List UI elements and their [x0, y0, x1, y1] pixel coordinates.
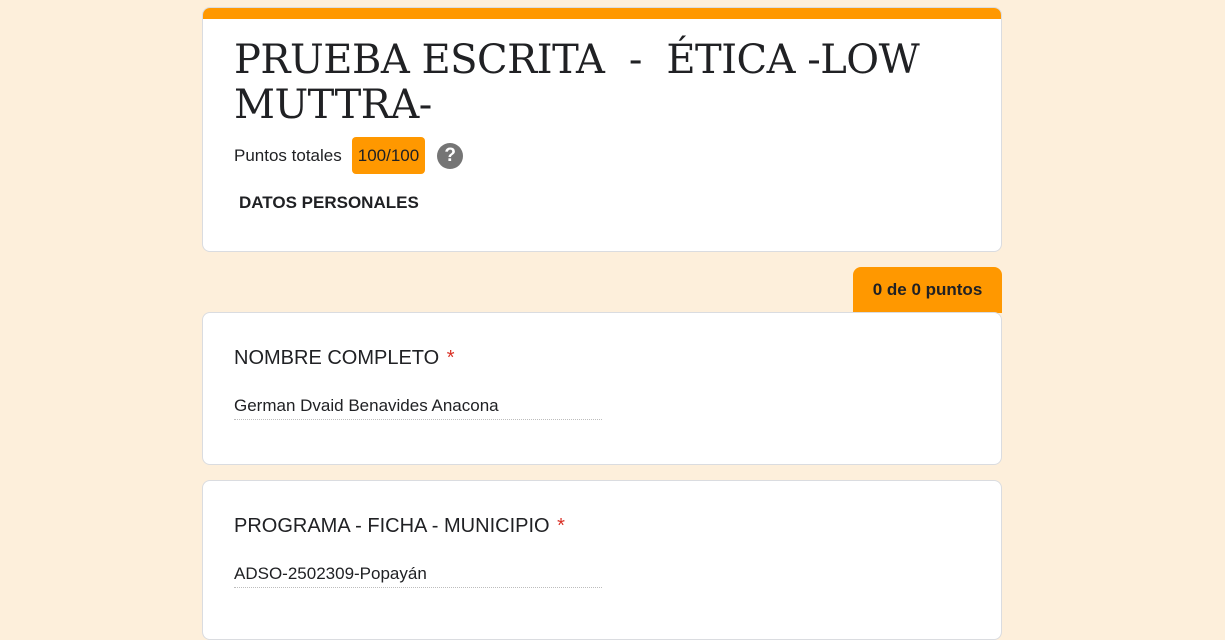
- required-asterisk: *: [446, 347, 455, 369]
- total-points-label: Puntos totales: [234, 145, 342, 165]
- question-title-text: PROGRAMA - FICHA - MUNICIPIO: [234, 515, 550, 537]
- form-container: PRUEBA ESCRITA - ÉTICA -LOW MUTTRA- Punt…: [202, 7, 1002, 640]
- help-icon[interactable]: ?: [437, 142, 464, 169]
- section-score-tab: 0 de 0 puntos: [853, 267, 1002, 313]
- answer-text-field[interactable]: German Dvaid Benavides Anacona: [234, 395, 602, 420]
- question-card-programa: PROGRAMA - FICHA - MUNICIPIO * ADSO-2502…: [202, 480, 1002, 640]
- form-title: PRUEBA ESCRITA - ÉTICA -LOW MUTTRA-: [234, 37, 932, 128]
- answer-text-field[interactable]: ADSO-2502309-Popayán: [234, 563, 602, 588]
- required-asterisk: *: [557, 515, 565, 537]
- question-card-nombre: NOMBRE COMPLETO * German Dvaid Benavides…: [202, 312, 1002, 465]
- question-title-text: NOMBRE COMPLETO: [234, 347, 440, 369]
- header-accent-bar: [203, 8, 1001, 19]
- question-title: NOMBRE COMPLETO *: [234, 347, 455, 370]
- total-points-badge: 100/100: [351, 137, 426, 174]
- section-title: DATOS PERSONALES: [239, 193, 419, 212]
- form-header-card: PRUEBA ESCRITA - ÉTICA -LOW MUTTRA- Punt…: [202, 7, 1002, 252]
- question-title: PROGRAMA - FICHA - MUNICIPIO *: [234, 515, 565, 538]
- total-points-row: Puntos totales 100/100 ?: [234, 137, 464, 174]
